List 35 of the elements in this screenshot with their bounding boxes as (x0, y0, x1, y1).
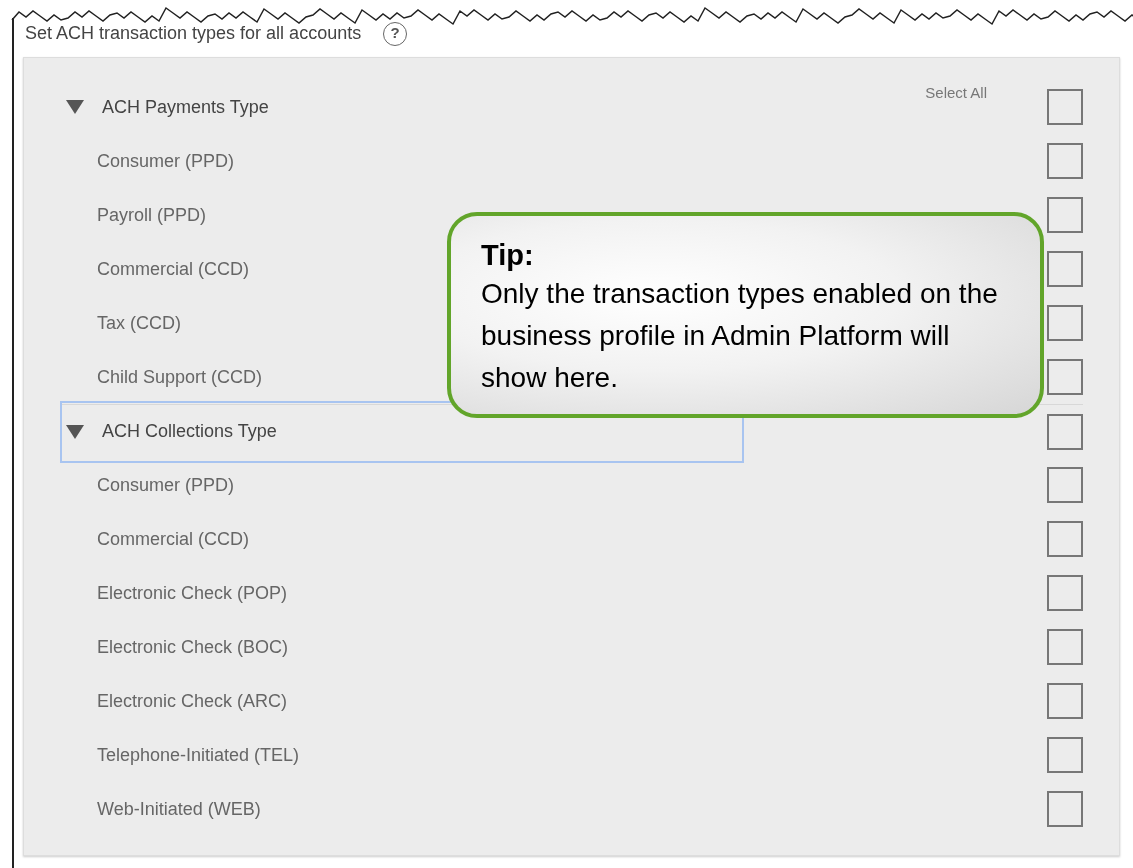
option-label: Tax (CCD) (96, 311, 181, 335)
group-header[interactable]: ACH Payments Type (60, 76, 744, 138)
checkbox[interactable] (1047, 791, 1083, 827)
checkbox[interactable] (1047, 413, 1083, 450)
checkbox[interactable] (1047, 359, 1083, 395)
option-label: Electronic Check (BOC) (96, 635, 289, 659)
option-label: Child Support (CCD) (96, 365, 263, 389)
option-label: Commercial (CCD) (96, 527, 249, 551)
checkbox[interactable] (1047, 251, 1083, 287)
tip-text: Only the transaction types enabled on the business profile in Admin Platform will show here. (481, 276, 999, 395)
option-label: Consumer (PPD) (96, 473, 235, 497)
checkbox[interactable] (1047, 143, 1083, 179)
option-label: Electronic Check (ARC) (96, 689, 288, 713)
checkbox[interactable] (1047, 467, 1083, 503)
group-title: ACH Payments Type (102, 95, 269, 119)
checkbox[interactable] (1047, 629, 1083, 665)
section-title: Set ACH transaction types for all accounts (25, 22, 362, 45)
checkbox[interactable] (1047, 89, 1083, 125)
option-label: Electronic Check (POP) (96, 581, 288, 605)
checkbox[interactable] (1047, 521, 1083, 557)
option-label: Payroll (PPD) (96, 203, 207, 227)
option-label: Consumer (PPD) (96, 149, 235, 173)
group-title: ACH Collections Type (102, 420, 277, 443)
option-label: Telephone-Initiated (TEL) (96, 743, 300, 767)
checkbox[interactable] (1047, 683, 1083, 719)
collapse-triangle-icon (66, 424, 84, 439)
tip-title: Tip: (481, 238, 535, 273)
collapse-triangle-icon (66, 100, 84, 114)
checkbox[interactable] (1047, 575, 1083, 611)
checkbox[interactable] (1047, 305, 1083, 341)
option-label: Commercial (CCD) (96, 257, 249, 281)
select-all-label: Select All (925, 83, 987, 103)
checkbox[interactable] (1047, 197, 1083, 233)
checkbox[interactable] (1047, 737, 1083, 773)
option-label: Web-Initiated (WEB) (96, 797, 261, 821)
